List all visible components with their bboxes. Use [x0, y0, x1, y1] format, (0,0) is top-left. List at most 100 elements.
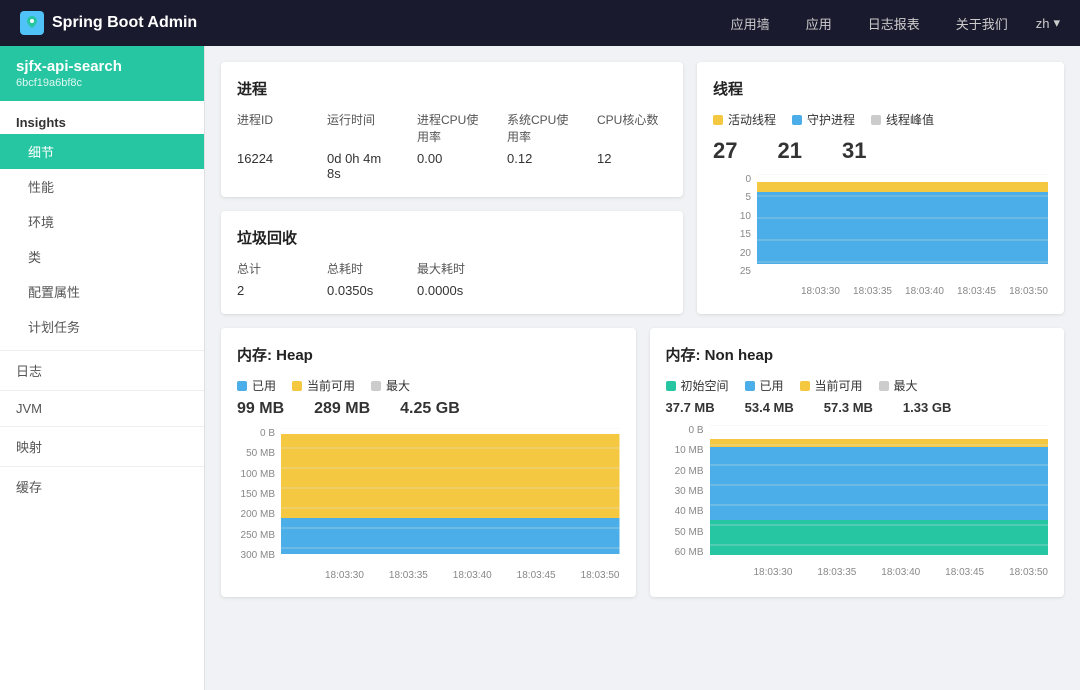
gc-header-0: 总计: [237, 260, 307, 277]
nonheap-val-max: 1.33 GB: [903, 400, 951, 415]
brand: Spring Boot Admin: [20, 11, 197, 35]
heap-chart-container: 300 MB 250 MB 200 MB 150 MB 100 MB 50 MB…: [237, 428, 620, 581]
nonheap-y-axis: 60 MB 50 MB 40 MB 30 MB 20 MB 10 MB 0 B: [666, 425, 708, 558]
nonheap-val-init: 37.7 MB: [666, 400, 715, 415]
nonheap-stat-init: 37.7 MB: [666, 400, 715, 415]
nav-item-wall[interactable]: 应用墙: [723, 10, 778, 37]
brand-name: Spring Boot Admin: [52, 14, 197, 32]
thread-y-axis: 25 20 15 10 5 0: [713, 174, 755, 277]
heap-stat-used: 99 MB: [237, 400, 284, 418]
gc-card: 垃圾回收 总计 总耗时 最大耗时 2 0.0350s 0.0000s: [221, 211, 683, 314]
app-id: 6bcf19a6bf8c: [16, 77, 188, 89]
sidebar-header: sjfx-api-search 6bcf19a6bf8c: [0, 46, 204, 101]
process-header-2: 进程CPU使用率: [417, 111, 487, 145]
threads-title: 线程: [713, 78, 1048, 99]
thread-stats: 27 21 31: [713, 138, 1048, 164]
legend-dot-daemon: [792, 115, 802, 125]
nonheap-legend: 初始空间 已用 当前可用 最大: [666, 377, 1049, 394]
process-val-2: 0.00: [417, 151, 487, 181]
gc-val-2: 0.0000s: [417, 283, 487, 298]
heap-val-max: 4.25 GB: [400, 400, 460, 418]
nonheap-legend-max: 最大: [879, 377, 918, 394]
gc-val-1: 0.0350s: [327, 283, 397, 298]
heap-dot-max: [371, 381, 381, 391]
nonheap-card: 内存: Non heap 初始空间 已用 当前可用: [650, 328, 1065, 597]
sidebar-item-mapping[interactable]: 映射: [0, 426, 204, 466]
heap-val-used: 99 MB: [237, 400, 284, 418]
gc-header-1: 总耗时: [327, 260, 397, 277]
thread-stat-active: 27: [713, 138, 737, 164]
heap-dot-avail: [292, 381, 302, 391]
nonheap-dot-used: [745, 381, 755, 391]
sidebar-item-environment[interactable]: 环境: [0, 204, 204, 239]
nonheap-val-avail: 57.3 MB: [824, 400, 873, 415]
heap-title: 内存: Heap: [237, 344, 620, 365]
legend-daemon: 守护进程: [792, 111, 855, 128]
insights-section: Insights 细节 性能 环境 类 配置属性 计划任务: [0, 101, 204, 350]
process-title: 进程: [237, 78, 667, 99]
nonheap-chart-container: 60 MB 50 MB 40 MB 30 MB 20 MB 10 MB 0 B: [666, 425, 1049, 578]
sidebar-item-jvm[interactable]: JVM: [0, 390, 204, 426]
thread-x-labels: 18:03:30 18:03:35 18:03:40 18:03:45 18:0…: [757, 286, 1048, 297]
main-content: 进程 进程ID 运行时间 进程CPU使用率 系统CPU使用率 CPU核心数 16…: [205, 46, 1080, 690]
process-values: 16224 0d 0h 4m 8s 0.00 0.12 12: [237, 151, 667, 181]
gc-values: 2 0.0350s 0.0000s: [237, 283, 667, 298]
thread-val-active: 27: [713, 138, 737, 164]
legend-active: 活动线程: [713, 111, 776, 128]
sidebar-item-cache[interactable]: 缓存: [0, 466, 204, 506]
heap-stat-max: 4.25 GB: [400, 400, 460, 418]
nav-lang[interactable]: zh ▾: [1036, 15, 1060, 31]
legend-label-daemon: 守护进程: [807, 111, 855, 128]
gc-val-0: 2: [237, 283, 307, 298]
brand-icon: [20, 11, 44, 35]
nonheap-val-used: 53.4 MB: [745, 400, 794, 415]
nav-item-about[interactable]: 关于我们: [948, 10, 1016, 37]
nav-item-app[interactable]: 应用: [798, 10, 840, 37]
nav-item-logs[interactable]: 日志报表: [860, 10, 928, 37]
nonheap-stat-max: 1.33 GB: [903, 400, 951, 415]
legend-peak: 线程峰值: [871, 111, 934, 128]
heap-legend: 已用 当前可用 最大: [237, 377, 620, 394]
top-nav: Spring Boot Admin 应用墙 应用 日志报表 关于我们 zh ▾: [0, 0, 1080, 46]
app-name: sjfx-api-search: [16, 58, 188, 75]
legend-label-active: 活动线程: [728, 111, 776, 128]
heap-x-labels: 18:03:30 18:03:35 18:03:40 18:03:45 18:0…: [281, 570, 620, 581]
heap-card: 内存: Heap 已用 当前可用 最大: [221, 328, 636, 597]
sidebar-item-class[interactable]: 类: [0, 239, 204, 274]
legend-dot-active: [713, 115, 723, 125]
insights-label: Insights: [0, 107, 204, 134]
nonheap-dot-avail: [800, 381, 810, 391]
legend-dot-peak: [871, 115, 881, 125]
sidebar-item-config[interactable]: 配置属性: [0, 274, 204, 309]
heap-chart: [281, 428, 620, 568]
nonheap-legend-init: 初始空间: [666, 377, 729, 394]
process-header-4: CPU核心数: [597, 111, 667, 145]
process-header-3: 系统CPU使用率: [507, 111, 577, 145]
sidebar-item-logs[interactable]: 日志: [0, 350, 204, 390]
process-val-3: 0.12: [507, 151, 577, 181]
sidebar-item-tasks[interactable]: 计划任务: [0, 309, 204, 344]
threads-card: 线程 活动线程 守护进程 线程峰值: [697, 62, 1064, 314]
heap-stats: 99 MB 289 MB 4.25 GB: [237, 400, 620, 418]
nonheap-stat-used: 53.4 MB: [745, 400, 794, 415]
heap-stat-avail: 289 MB: [314, 400, 370, 418]
thread-val-daemon: 21: [777, 138, 801, 164]
nonheap-dot-init: [666, 381, 676, 391]
process-val-1: 0d 0h 4m 8s: [327, 151, 397, 181]
layout: sjfx-api-search 6bcf19a6bf8c Insights 细节…: [0, 46, 1080, 690]
heap-val-avail: 289 MB: [314, 400, 370, 418]
process-card: 进程 进程ID 运行时间 进程CPU使用率 系统CPU使用率 CPU核心数 16…: [221, 62, 683, 197]
thread-stat-peak: 31: [842, 138, 866, 164]
heap-dot-used: [237, 381, 247, 391]
sidebar-item-performance[interactable]: 性能: [0, 169, 204, 204]
process-headers: 进程ID 运行时间 进程CPU使用率 系统CPU使用率 CPU核心数: [237, 111, 667, 145]
sidebar-item-detail[interactable]: 细节: [0, 134, 204, 169]
nonheap-stat-avail: 57.3 MB: [824, 400, 873, 415]
row-process-threads: 进程 进程ID 运行时间 进程CPU使用率 系统CPU使用率 CPU核心数 16…: [221, 62, 1064, 314]
gc-header-2: 最大耗时: [417, 260, 487, 277]
process-val-4: 12: [597, 151, 667, 181]
nonheap-x-labels: 18:03:30 18:03:35 18:03:40 18:03:45 18:0…: [710, 567, 1049, 578]
sidebar: sjfx-api-search 6bcf19a6bf8c Insights 细节…: [0, 46, 205, 690]
heap-legend-avail: 当前可用: [292, 377, 355, 394]
row-memory: 内存: Heap 已用 当前可用 最大: [221, 328, 1064, 597]
